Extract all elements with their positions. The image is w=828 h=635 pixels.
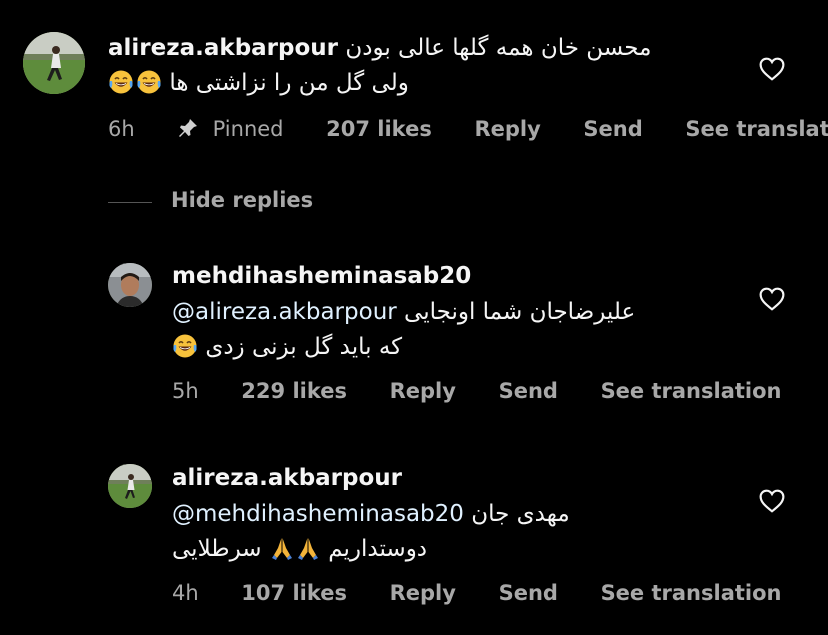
avatar[interactable] [23,32,85,94]
likes-count[interactable]: 229 likes [241,379,347,403]
like-heart-icon[interactable] [759,489,785,513]
comment-meta: 4h 107 likes Reply Send See translation [172,581,781,605]
comment-text: سرطلایی [172,536,262,562]
comment-text: مهدی جان [471,501,570,527]
reply-line-1: @alireza.akbarpour علیرضاجان شما اونجایی [172,295,635,329]
mention-link[interactable]: @alireza.akbarpour [172,299,397,325]
timestamp: 5h [172,379,199,403]
reply-username-line: mehdihasheminasab20 [172,259,471,293]
reply-button[interactable]: Reply [390,581,456,605]
reply-username-line: alireza.akbarpour [172,461,402,495]
comment-text: دوستداریم [328,536,428,562]
timestamp: 6h [108,117,135,141]
comment-text: که باید گل بزنی زدی [205,334,403,360]
folded-hands-icon [269,535,295,561]
reply-line-2: که باید گل بزنی زدی [172,330,402,364]
comment-meta: 5h 229 likes Reply Send See translation [172,379,781,403]
like-heart-icon[interactable] [759,57,785,81]
comment-text: علیرضاجان شما اونجایی [404,299,636,325]
face-with-tears-of-joy-icon [172,333,198,359]
replies-divider [108,202,152,203]
username[interactable]: alireza.akbarpour [172,465,402,491]
face-with-tears-of-joy-icon [136,69,162,95]
likes-count[interactable]: 107 likes [241,581,347,605]
avatar[interactable] [108,263,152,307]
folded-hands-icon [295,535,321,561]
send-button[interactable]: Send [583,117,642,141]
pin-icon [179,119,198,137]
likes-count[interactable]: 207 likes [326,117,432,141]
hide-replies-button[interactable]: Hide replies [171,188,313,212]
reply-line-1: @mehdihasheminasab20 مهدی جان [172,497,570,531]
like-heart-icon[interactable] [759,287,785,311]
avatar[interactable] [108,464,152,508]
comment-line-1: alireza.akbarpour محسن خان همه گلها عالی… [108,31,651,65]
username[interactable]: alireza.akbarpour [108,35,338,61]
send-button[interactable]: Send [499,581,558,605]
username[interactable]: mehdihasheminasab20 [172,263,471,289]
comment-text: محسن خان همه گلها عالی بودن [345,35,652,61]
avatar-image [23,32,85,94]
see-translation-button[interactable]: See translation [601,379,782,403]
mention-link[interactable]: @mehdihasheminasab20 [172,501,464,527]
see-translation-button[interactable]: See translati... [685,117,828,141]
face-with-tears-of-joy-icon [108,69,134,95]
comment-meta: 6h Pinned 207 likes Reply Send See trans… [108,117,828,141]
avatar-image [108,263,152,307]
comment-line-2: ولی گل من را نزاشتی ها [108,66,409,100]
send-button[interactable]: Send [499,379,558,403]
timestamp: 4h [172,581,199,605]
avatar-image [108,464,152,508]
pinned-label: Pinned [212,117,284,141]
comment-text: ولی گل من را نزاشتی ها [169,70,409,96]
see-translation-button[interactable]: See translation [601,581,782,605]
reply-line-2: سرطلایی دوستداریم [172,532,427,566]
reply-button[interactable]: Reply [390,379,456,403]
reply-button[interactable]: Reply [474,117,540,141]
